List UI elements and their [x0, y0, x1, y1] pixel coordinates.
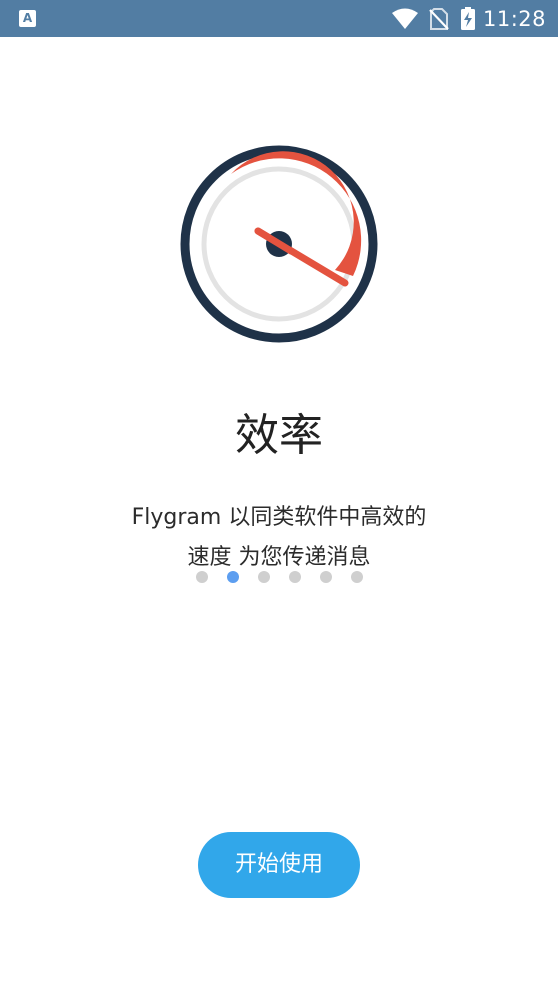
speedometer-icon: [179, 144, 379, 344]
page-dot-5[interactable]: [319, 571, 332, 583]
onboarding-screen: A 11:28 效率 Flygram 以同类软件中高效的 速度 为您传递消息 开…: [0, 0, 558, 992]
page-indicator: [0, 571, 558, 583]
status-time: 11:28: [482, 6, 546, 31]
no-sim-icon: [429, 7, 449, 30]
start-button[interactable]: 开始使用: [198, 832, 360, 898]
page-description: Flygram 以同类软件中高效的 速度 为您传递消息: [0, 498, 558, 578]
app-notification-icon: A: [19, 10, 36, 27]
page-dot-1[interactable]: [195, 571, 208, 583]
wifi-icon: [391, 8, 419, 30]
status-bar: A 11:28: [0, 0, 558, 37]
page-title: 效率: [235, 410, 323, 461]
status-icons: 11:28: [391, 0, 546, 37]
page-dot-6[interactable]: [350, 571, 363, 583]
page-dot-3[interactable]: [257, 571, 270, 583]
page-dot-2[interactable]: [226, 571, 239, 583]
description-line-1: Flygram 以同类软件中高效的: [131, 505, 427, 530]
page-dot-4[interactable]: [288, 571, 301, 583]
battery-charging-icon: [460, 7, 475, 30]
